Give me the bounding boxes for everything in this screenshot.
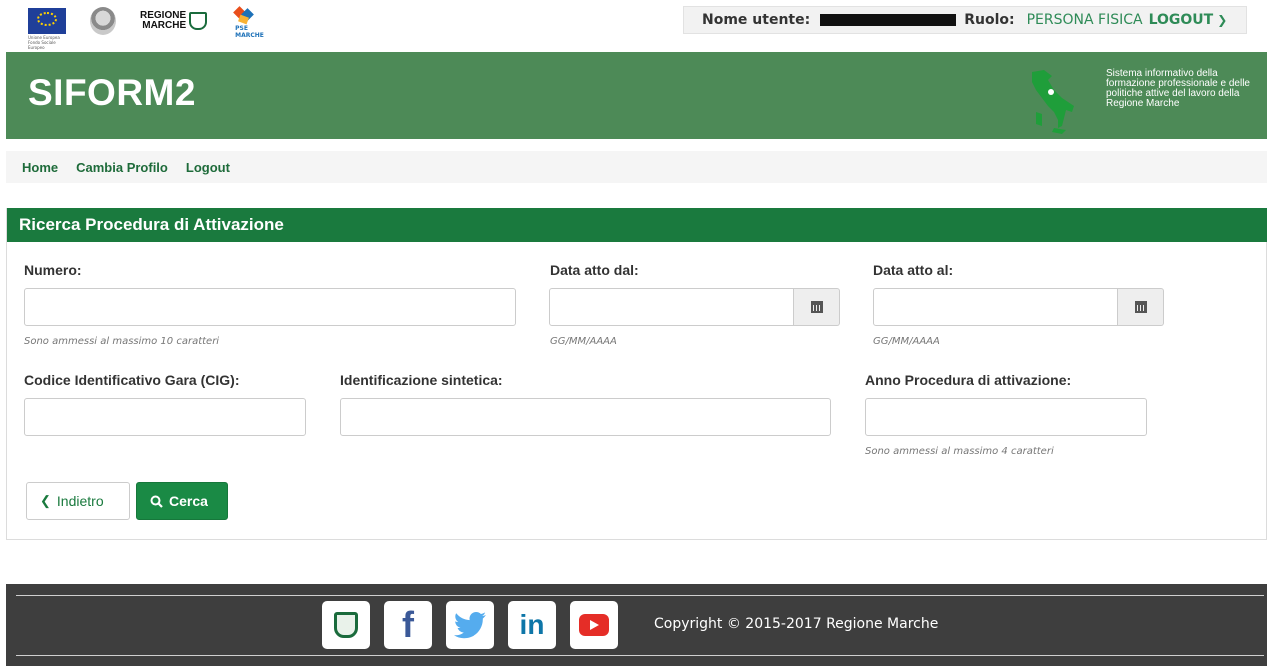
italy-map-icon <box>1032 70 1074 134</box>
pse-logo-text: PSE MARCHE <box>235 25 264 39</box>
nav-logout[interactable]: Logout <box>186 160 230 175</box>
italian-republic-emblem <box>90 7 116 35</box>
eu-flag-logo: Unione Europea Fondo Sociale Europeo <box>28 8 66 50</box>
nav-home[interactable]: Home <box>22 160 58 175</box>
calendar-icon <box>1134 301 1147 313</box>
app-title: SIFORM2 <box>28 72 196 113</box>
username-redacted <box>820 14 957 26</box>
data-dal-label: Data atto dal: <box>550 262 639 278</box>
top-logout-label: LOGOUT <box>1148 12 1214 28</box>
app-description: Sistema informativo della formazione pro… <box>1106 68 1250 109</box>
footer-divider-bottom <box>16 655 1264 656</box>
calendar-icon <box>810 301 823 313</box>
facebook-icon: f <box>402 604 414 645</box>
data-dal-help: GG/MM/AAAA <box>550 336 617 347</box>
identificazione-label: Identificazione sintetica: <box>340 372 503 388</box>
main-nav: Home Cambia Profilo Logout <box>6 151 1267 183</box>
data-al-input[interactable] <box>873 288 1118 326</box>
search-button-label: Cerca <box>169 493 208 509</box>
anno-input[interactable] <box>865 398 1147 436</box>
anno-label: Anno Procedura di attivazione: <box>865 372 1072 388</box>
partner-logos: Unione Europea Fondo Sociale Europeo REG… <box>28 6 264 50</box>
cig-label: Codice Identificativo Gara (CIG): <box>24 372 240 388</box>
panel-title: Ricerca Procedura di Attivazione <box>19 215 284 234</box>
numero-help: Sono ammessi al massimo 10 caratteri <box>24 336 220 347</box>
search-button[interactable]: Cerca <box>136 482 228 520</box>
back-button-label: Indietro <box>56 493 104 509</box>
data-al-help: GG/MM/AAAA <box>873 336 940 347</box>
top-logout-link[interactable]: LOGOUT ❯ <box>1149 12 1228 28</box>
social-links: f in <box>322 601 618 649</box>
regione-logo-line2: MARCHE <box>142 20 187 31</box>
data-dal-calendar-button[interactable] <box>794 288 840 326</box>
numero-input[interactable] <box>24 288 516 326</box>
role-value: PERSONA FISICA <box>1026 12 1143 28</box>
panel-header: Ricerca Procedura di Attivazione <box>7 208 1267 242</box>
facebook-link[interactable]: f <box>384 601 432 649</box>
identificazione-input[interactable] <box>340 398 831 436</box>
role-label: Ruolo: <box>964 12 1015 28</box>
twitter-icon <box>454 612 486 639</box>
nav-cambia-profilo[interactable]: Cambia Profilo <box>76 160 168 175</box>
cig-input[interactable] <box>24 398 306 436</box>
linkedin-icon: in <box>519 609 545 640</box>
chevron-left-icon: ❮ <box>40 493 51 508</box>
anno-help: Sono ammessi al massimo 4 caratteri <box>865 446 1054 457</box>
data-al-calendar-button[interactable] <box>1118 288 1164 326</box>
footer-divider-top <box>16 595 1264 596</box>
data-al-label: Data atto al: <box>873 262 954 278</box>
data-dal-input[interactable] <box>549 288 794 326</box>
youtube-icon <box>579 614 609 636</box>
top-bar: Unione Europea Fondo Sociale Europeo REG… <box>0 0 1267 50</box>
twitter-link[interactable] <box>446 601 494 649</box>
youtube-link[interactable] <box>570 601 618 649</box>
search-icon <box>150 495 163 508</box>
regione-marche-icon <box>334 612 358 638</box>
regione-marche-logo: REGIONE MARCHE <box>140 11 208 31</box>
eu-logo-caption: Unione Europea Fondo Sociale Europeo <box>28 35 60 50</box>
regione-marche-link[interactable] <box>322 601 370 649</box>
chevron-right-icon: ❯ <box>1217 13 1228 27</box>
linkedin-link[interactable]: in <box>508 601 556 649</box>
regione-shield-icon <box>189 12 208 30</box>
pse-marche-logo: PSE MARCHE <box>231 6 264 39</box>
numero-label: Numero: <box>24 262 82 278</box>
username-label: Nome utente: <box>702 12 811 28</box>
app-header: SIFORM2 Sistema informativo della formaz… <box>6 52 1267 139</box>
footer: f in Copyright © 2015-2017 Regione March… <box>6 584 1267 666</box>
back-button[interactable]: ❮ Indietro <box>26 482 130 520</box>
user-info-box: Nome utente: Ruolo: PERSONA FISICA LOGOU… <box>683 6 1247 34</box>
copyright-text: Copyright © 2015-2017 Regione Marche <box>654 616 939 632</box>
